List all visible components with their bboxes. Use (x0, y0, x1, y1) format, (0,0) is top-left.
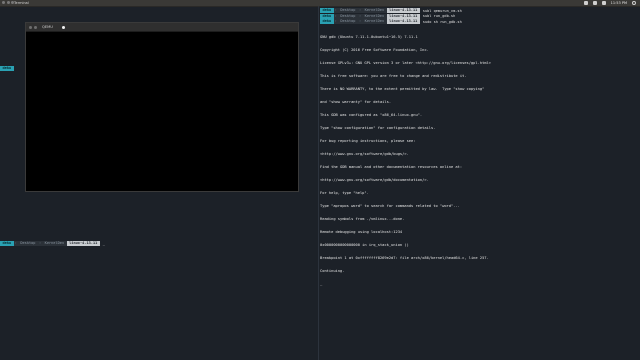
gdb-line: 0x0000000000000000 in irq_stack_union () (320, 243, 409, 248)
prompt-dir: KernelDev (42, 241, 67, 246)
prompt-user: deku (0, 66, 14, 71)
qemu-window[interactable]: QEMU (25, 22, 299, 192)
gdb-line: and "show warranty" for details. (320, 99, 392, 104)
prompt-dir: Desktop (337, 19, 358, 24)
gdb-line: There is NO WARRANTY, to the extent perm… (320, 86, 485, 91)
prompt-user: deku (320, 19, 334, 24)
prompt-current-dir: linux-4.13.11 (386, 8, 420, 13)
gdb-line: Copyright (C) 2016 Free Software Foundat… (320, 47, 429, 52)
prompt-dir: KernelDev (362, 8, 387, 13)
prompt-user: deku (0, 241, 14, 246)
qemu-title: QEMU (42, 25, 53, 29)
mouse-cursor-icon (62, 26, 65, 29)
right-prompt-line-1: deku › Desktop › KernelDev linux-4.13.11… (320, 8, 462, 13)
prompt-current-dir: linux-4.13.11 (66, 241, 100, 246)
prompt-dir: Desktop (17, 241, 38, 246)
gdb-line: Find the GDB manual and other documentat… (320, 165, 463, 169)
gdb-line: Type "show configuration" for configurat… (320, 125, 436, 130)
left-mini-prompt: deku (0, 66, 14, 71)
system-top-bar: Terminal 11:53 PM (0, 0, 640, 7)
window-controls (2, 1, 14, 4)
right-prompt-line-3: deku › Desktop › KernelDev linux-4.13.11… (320, 19, 462, 24)
prompt-command: sudo sh run_gdb.sh (422, 19, 462, 24)
prompt-dir: Desktop (337, 8, 358, 13)
keyboard-icon[interactable] (592, 1, 597, 5)
prompt-command: subl qemurun_vm.sh (422, 8, 462, 13)
qemu-close-button[interactable] (29, 25, 32, 29)
gdb-line: Remote debugging using localhost:1234 (320, 230, 403, 235)
volume-icon[interactable] (601, 1, 606, 5)
gdb-line: This GDB was configured as "x86_64-linux… (320, 112, 423, 117)
window-title: Terminal (14, 1, 29, 5)
prompt-current-dir: linux-4.13.11 (386, 19, 420, 24)
terminal-cursor: _ (102, 241, 105, 246)
gdb-line: For help, type "help". (320, 191, 369, 196)
gear-icon[interactable] (632, 1, 636, 5)
gdb-line: Breakpoint 1 at 0xffffffff8269e2d7: file… (320, 256, 489, 261)
minimize-window-button[interactable] (6, 1, 10, 4)
prompt-dir: Desktop (337, 13, 358, 19)
gdb-line: <http://www.gnu.org/software/gdb/bugs/>. (320, 151, 409, 156)
clock[interactable]: 11:53 PM (611, 1, 627, 5)
qemu-titlebar[interactable]: QEMU (26, 23, 298, 32)
gdb-line: GNU gdb (Ubuntu 7.11.1-0ubuntu1~16.5) 7.… (320, 34, 418, 39)
gdb-line: Reading symbols from ./vmlinux...done. (320, 217, 405, 222)
qemu-minimize-button[interactable] (34, 25, 37, 29)
prompt-current-dir: linux-4.13.11 (386, 13, 420, 19)
network-icon[interactable] (583, 1, 588, 5)
gdb-line: For bug reporting instructions, please s… (320, 138, 416, 143)
prompt-user: deku (320, 8, 334, 13)
pane-divider[interactable] (318, 6, 319, 360)
gdb-line: Type "apropos word" to search for comman… (320, 204, 460, 209)
right-prompt-line-2: deku › Desktop › KernelDev linux-4.13.11… (320, 13, 456, 19)
gdb-line: License GPLv3+: GNU GPL version 3 or lat… (320, 60, 491, 65)
bottom-prompt-line[interactable]: deku › Desktop › KernelDev linux-4.13.11… (0, 241, 105, 246)
close-window-button[interactable] (2, 1, 5, 4)
gdb-line: <http://www.gnu.org/software/gdb/documen… (320, 178, 429, 183)
prompt-user: deku (320, 13, 334, 19)
gdb-line: This is free software: you are free to c… (320, 73, 467, 78)
prompt-dir: KernelDev (362, 19, 387, 24)
gdb-output[interactable]: GNU gdb (Ubuntu 7.11.1-0ubuntu1~16.5) 7.… (320, 26, 636, 291)
gdb-cursor: _ (320, 282, 323, 287)
prompt-command: subl run_gdb.sh (422, 14, 456, 18)
system-tray: 11:53 PM (583, 1, 636, 5)
prompt-dir: KernelDev (362, 13, 387, 19)
gdb-line: Continuing. (320, 269, 345, 274)
